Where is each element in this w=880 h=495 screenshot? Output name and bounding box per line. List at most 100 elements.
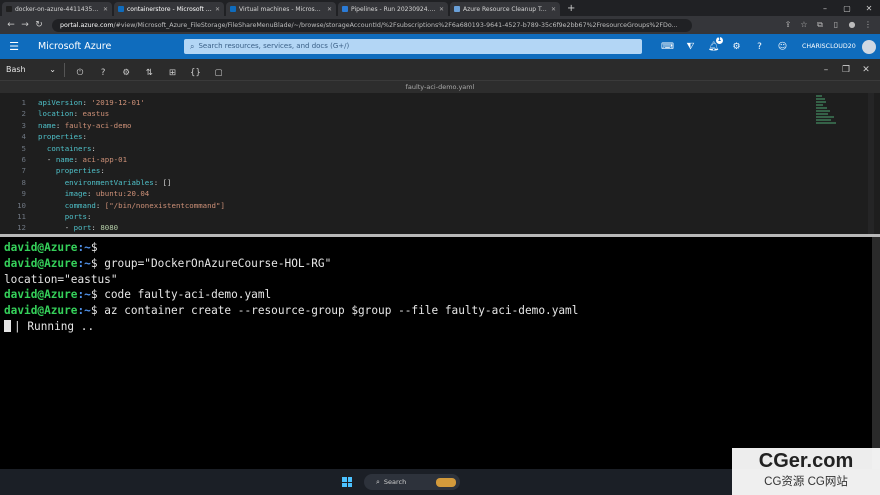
- line-code: apiVersion: '2019-12-01': [38, 98, 145, 107]
- terminal-line: david@Azure:~$ group="DockerOnAzureCours…: [4, 256, 331, 271]
- shell-selector[interactable]: Bash ⌄: [0, 65, 60, 74]
- watermark: CGer.com CG资源 CG网站: [732, 448, 880, 495]
- tab-favicon-icon: [118, 6, 124, 12]
- tab-close-icon[interactable]: ✕: [439, 6, 444, 13]
- editor-scrollbar[interactable]: [868, 93, 874, 234]
- tab-close-icon[interactable]: ✕: [215, 6, 220, 13]
- azure-search-input[interactable]: ⌕ Search resources, services, and docs (…: [184, 39, 642, 54]
- terminal-scrollbar-thumb[interactable]: [872, 237, 880, 469]
- forward-icon[interactable]: →: [18, 20, 32, 30]
- close-icon[interactable]: ✕: [856, 65, 876, 75]
- star-icon[interactable]: ☆: [796, 20, 812, 30]
- minimize-icon[interactable]: –: [816, 65, 836, 75]
- taskbar-search[interactable]: ⌕ Search: [364, 474, 460, 490]
- line-code: image: ubuntu:20.04: [38, 188, 150, 199]
- browser-tab[interactable]: Virtual machines - Microsoft Azu✕: [226, 2, 336, 16]
- output-text: location="eastus": [4, 272, 118, 286]
- line-number: 7: [21, 166, 26, 176]
- tab-close-icon[interactable]: ✕: [103, 6, 108, 13]
- yaml-key: port: [73, 223, 92, 233]
- tab-favicon-icon: [6, 6, 12, 12]
- prompt-user: david@Azure: [4, 241, 78, 254]
- azure-brand[interactable]: Microsoft Azure: [28, 41, 184, 52]
- editor-minimap[interactable]: [816, 95, 840, 135]
- new-session-icon[interactable]: ⊞: [163, 68, 181, 78]
- url-path: /#view/Microsoft_Azure_FileStorage/FileS…: [113, 21, 678, 29]
- shell-window-controls: – ❐ ✕: [816, 65, 880, 75]
- tab-label: Azure Resource Cleanup Tutorial: [463, 5, 548, 13]
- window-controls: – ▢ ✕: [814, 0, 880, 16]
- shell-selector-label: Bash: [6, 65, 26, 74]
- web-preview-icon[interactable]: ▢: [210, 68, 228, 78]
- settings-gear-icon[interactable]: ⚙: [725, 42, 748, 52]
- tab-close-icon[interactable]: ✕: [327, 6, 332, 13]
- line-code: - port: 8080: [38, 223, 119, 233]
- url-host: portal.azure.com: [60, 21, 114, 29]
- line-number: 4: [21, 132, 26, 142]
- editor-line: 3 name: faulty-aci-demo: [0, 120, 800, 131]
- notification-badge: 1: [716, 36, 723, 44]
- upload-download-icon[interactable]: ⇅: [140, 68, 158, 78]
- editor-line: 2 location: eastus: [0, 108, 800, 119]
- yaml-value: ["/bin/nonexistentcommand"]: [104, 200, 225, 210]
- line-code: - name: aci-app-01: [38, 155, 128, 164]
- notifications-icon[interactable]: 🔔︎ 1: [702, 36, 725, 52]
- tab-close-icon[interactable]: ✕: [551, 6, 556, 13]
- settings-gear-icon[interactable]: ⚙: [117, 68, 135, 78]
- line-code: location: eastus: [38, 109, 110, 119]
- sidebar-icon[interactable]: ▯: [828, 20, 844, 30]
- url-input[interactable]: portal.azure.com/#view/Microsoft_Azure_F…: [52, 18, 692, 32]
- new-tab-button[interactable]: +: [562, 2, 580, 16]
- browser-tab[interactable]: docker-on-azure-4411435/chap ✕: [2, 2, 112, 16]
- cloud-shell-toolbar: Bash ⌄ ⏻ ? ⚙ ⇅ ⊞ {} ▢ – ❐ ✕: [0, 59, 880, 81]
- editor-line: 11 ports:: [0, 211, 800, 222]
- editor-line: 6 - name: aci-app-01: [0, 154, 800, 165]
- maximize-icon[interactable]: ▢: [836, 4, 858, 13]
- braces-icon[interactable]: {}: [186, 68, 204, 78]
- line-number: 12: [17, 223, 26, 233]
- yaml-value: ubuntu:20.04: [95, 189, 150, 199]
- search-icon: ⌕: [190, 42, 195, 51]
- command-text: $ code faulty-aci-demo.yaml: [90, 288, 272, 302]
- back-icon[interactable]: ←: [4, 20, 18, 30]
- azure-search-placeholder: Search resources, services, and docs (G+…: [198, 42, 350, 50]
- portal-menu-icon[interactable]: ☰: [0, 40, 28, 53]
- help-icon[interactable]: ?: [94, 68, 112, 78]
- browser-tab[interactable]: containerstore - Microsoft Azure✕: [114, 2, 224, 16]
- line-number: 9: [21, 189, 26, 199]
- more-icon[interactable]: ⋮: [860, 20, 876, 30]
- close-window-icon[interactable]: ✕: [858, 4, 880, 13]
- yaml-key: apiVersion: [38, 98, 83, 107]
- address-bar: ← → ↻ portal.azure.com/#view/Microsoft_A…: [0, 16, 880, 34]
- prompt-path: :~: [77, 288, 91, 302]
- reload-icon[interactable]: ↻: [32, 20, 46, 30]
- browser-tab[interactable]: Pipelines - Run 20230924.24 logs✕: [338, 2, 448, 16]
- editor-line: 12 - port: 8080: [0, 222, 800, 233]
- yaml-value: '2019-12-01': [91, 98, 145, 107]
- windows-start-icon[interactable]: [342, 477, 352, 487]
- minimize-icon[interactable]: –: [814, 4, 836, 13]
- directory-filter-icon[interactable]: ⧨: [679, 42, 702, 52]
- code-editor[interactable]: 1 apiVersion: '2019-12-01' 2 location: east…: [0, 93, 880, 234]
- browser-actions: ⇪ ☆ ⧉ ▯ ● ⋮: [780, 20, 876, 30]
- bash-terminal[interactable]: david@Azure:~$ david@Azure:~$ group="Doc…: [0, 237, 880, 469]
- prompt-path: :~: [77, 256, 91, 270]
- terminal-scrollbar[interactable]: [872, 237, 880, 469]
- feedback-icon[interactable]: ☺: [771, 42, 794, 52]
- cloud-shell-icon[interactable]: ⌨: [656, 42, 679, 52]
- yaml-key: name: [38, 120, 56, 130]
- account-name[interactable]: CHARISCLOUD20: [802, 43, 856, 50]
- share-icon[interactable]: ⇪: [780, 20, 796, 30]
- extensions-icon[interactable]: ⧉: [812, 20, 828, 30]
- restore-icon[interactable]: ❐: [836, 65, 856, 75]
- line-code: properties:: [38, 165, 105, 176]
- yaml-key: properties: [55, 166, 101, 176]
- terminal-line: location="eastus": [4, 272, 118, 287]
- power-icon[interactable]: ⏻: [71, 68, 89, 78]
- browser-tab[interactable]: Azure Resource Cleanup Tutorial✕: [450, 2, 560, 16]
- avatar[interactable]: [861, 39, 876, 54]
- help-icon[interactable]: ?: [748, 42, 771, 52]
- profile-icon[interactable]: ●: [844, 20, 860, 30]
